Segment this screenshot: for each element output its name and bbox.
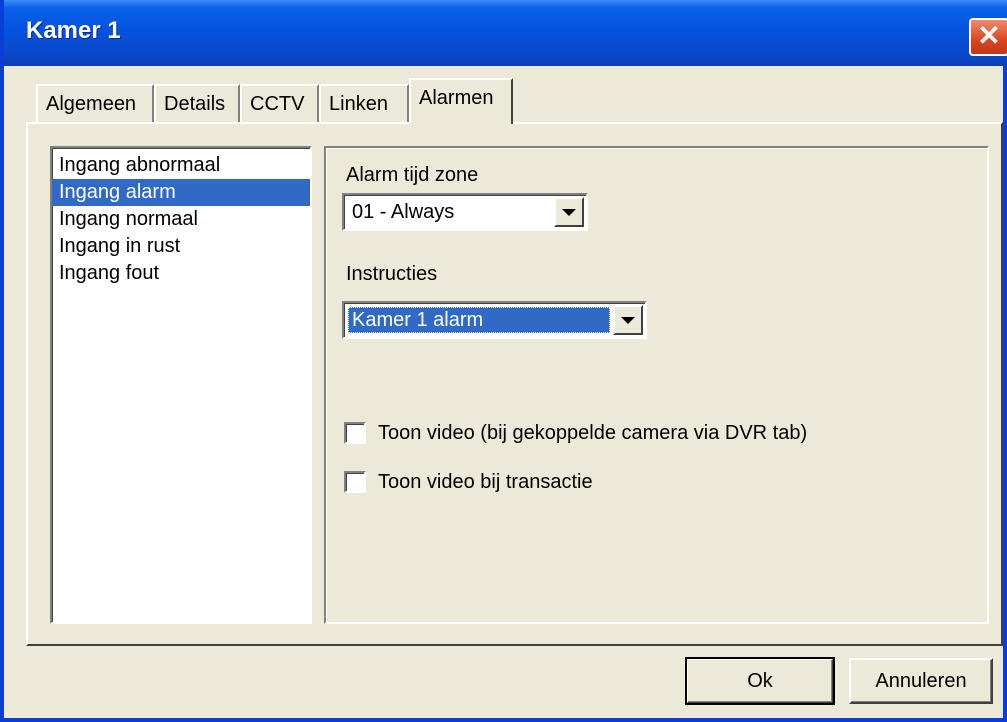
list-item[interactable]: Ingang in rust bbox=[52, 233, 310, 260]
show-video-checkbox[interactable] bbox=[344, 422, 366, 444]
time-zone-value: 01 - Always bbox=[352, 201, 455, 223]
list-item[interactable]: Ingang fout bbox=[52, 260, 310, 287]
list-item[interactable]: Ingang abnormaal bbox=[52, 152, 310, 179]
title-bar[interactable]: Kamer 1 ✕ bbox=[4, 0, 1007, 66]
time-zone-dropdown-button[interactable] bbox=[554, 197, 584, 227]
close-icon[interactable]: ✕ bbox=[969, 18, 1007, 56]
chevron-down-icon bbox=[562, 209, 576, 216]
chevron-down-icon bbox=[621, 317, 635, 324]
ok-button[interactable]: Ok bbox=[685, 657, 835, 705]
instructions-dropdown-button[interactable] bbox=[613, 305, 643, 335]
show-video-transaction-checkbox[interactable] bbox=[344, 471, 366, 493]
show-video-transaction-label: Toon video bij transactie bbox=[378, 471, 593, 493]
cancel-button[interactable]: Annuleren bbox=[849, 658, 993, 704]
show-video-label: Toon video (bij gekoppelde camera via DV… bbox=[378, 422, 808, 444]
time-zone-label: Alarm tijd zone bbox=[346, 164, 479, 186]
event-listbox[interactable]: Ingang abnormaal Ingang alarm Ingang nor… bbox=[50, 146, 312, 624]
tab-linken[interactable]: Linken bbox=[319, 84, 409, 122]
list-item[interactable]: Ingang normaal bbox=[52, 206, 310, 233]
tab-details[interactable]: Details bbox=[154, 84, 240, 122]
tab-algemeen[interactable]: Algemeen bbox=[36, 84, 154, 122]
list-item-selected[interactable]: Ingang alarm bbox=[52, 179, 310, 206]
dialog-window: Kamer 1 ✕ Algemeen Details CCTV Linken A… bbox=[0, 0, 1007, 722]
window-title: Kamer 1 bbox=[26, 17, 121, 44]
time-zone-select[interactable]: 01 - Always bbox=[342, 193, 588, 231]
instructions-value: Kamer 1 alarm bbox=[348, 307, 610, 333]
tab-cctv[interactable]: CCTV bbox=[240, 84, 319, 122]
tab-alarmen[interactable]: Alarmen bbox=[409, 78, 513, 124]
instructions-select[interactable]: Kamer 1 alarm bbox=[342, 301, 647, 339]
instructions-label: Instructies bbox=[346, 263, 438, 285]
